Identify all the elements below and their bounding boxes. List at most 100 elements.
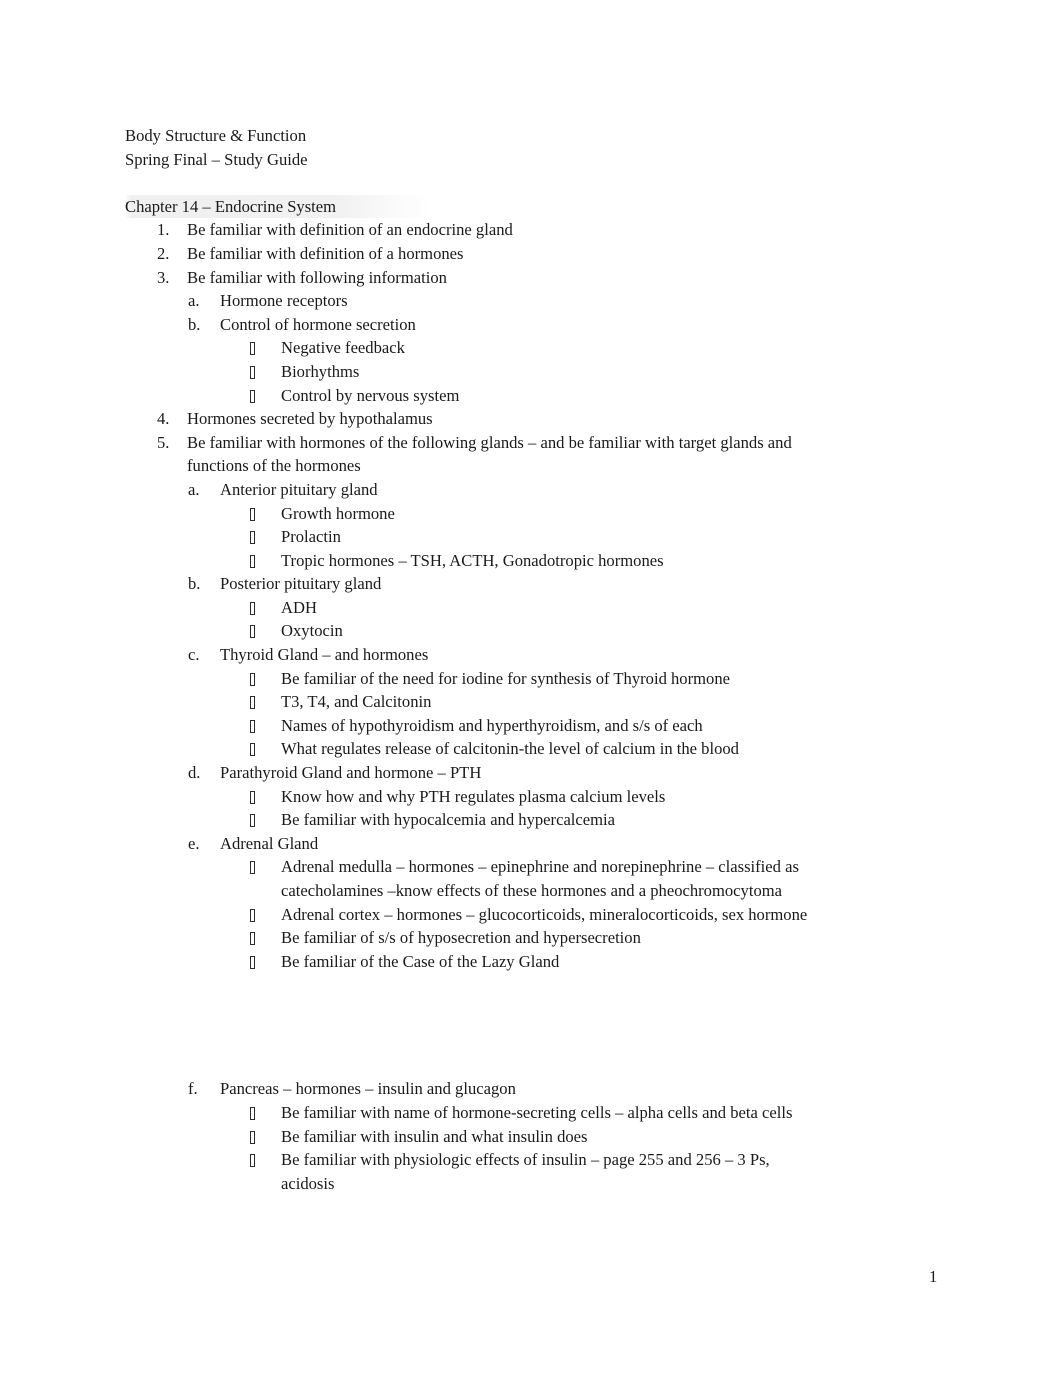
missing-glyph-box-icon xyxy=(250,814,255,828)
list-item-text: Parathyroid Gland and hormone – PTH xyxy=(220,763,482,783)
list-item-text: Control of hormone secretion xyxy=(220,314,416,334)
list-item: d. Parathyroid Gland and hormone – PTH xyxy=(125,761,815,785)
list-marker xyxy=(250,785,281,809)
list-marker xyxy=(250,737,281,761)
list-item: a. Anterior pituitary gland xyxy=(125,478,815,502)
list-item-text: Names of hypothyroidism and hyperthyroid… xyxy=(281,715,703,735)
missing-glyph-box-icon xyxy=(250,389,255,403)
blank-area xyxy=(125,973,815,1077)
list-item-text: Be familiar with hypocalcemia and hyperc… xyxy=(281,810,616,830)
list-item-text: Be familiar of the need for iodine for s… xyxy=(281,668,730,688)
list-item: Names of hypothyroidism and hyperthyroid… xyxy=(125,714,815,738)
list-item-text: Adrenal cortex – hormones – glucocortico… xyxy=(281,904,808,924)
missing-glyph-box-icon xyxy=(250,1106,255,1120)
list-item: b. Posterior pituitary gland xyxy=(125,572,815,596)
missing-glyph-box-icon xyxy=(250,1130,255,1144)
list-item-text: Be familiar of the Case of the Lazy Glan… xyxy=(281,951,560,971)
list-marker: a. xyxy=(188,291,200,311)
document-body: Body Structure & Function Spring Final –… xyxy=(125,124,815,1195)
missing-glyph-box-icon xyxy=(250,554,255,568)
list-item: Oxytocin xyxy=(125,619,815,643)
list-item-text: Pancreas – hormones – insulin and glucag… xyxy=(220,1079,516,1099)
list-item-text: Prolactin xyxy=(281,527,341,547)
list-item: Be familiar with physiologic effects of … xyxy=(125,1148,815,1195)
missing-glyph-box-icon xyxy=(250,743,255,757)
missing-glyph-box-icon xyxy=(250,365,255,379)
list-marker: b. xyxy=(188,314,201,334)
list-item: c. Thyroid Gland – and hormones xyxy=(125,643,815,667)
list-item: Tropic hormones – TSH, ACTH, Gonadotropi… xyxy=(125,549,815,573)
list-item-text: Oxytocin xyxy=(281,621,343,641)
list-item-text: Be familiar of s/s of hyposecretion and … xyxy=(281,928,641,948)
list-marker: d. xyxy=(188,763,201,783)
list-item: ADH xyxy=(125,596,815,620)
list-item-text: Thyroid Gland – and hormones xyxy=(220,645,429,665)
list-item-text: Growth hormone xyxy=(281,503,395,523)
list-item: Growth hormone xyxy=(125,502,815,526)
list-item-text: Negative feedback xyxy=(281,338,405,358)
missing-glyph-box-icon xyxy=(250,531,255,545)
list-marker: c. xyxy=(188,645,200,665)
list-item: 4. Hormones secreted by hypothalamus xyxy=(125,407,815,431)
list-item: 5. Be familiar with hormones of the foll… xyxy=(125,431,815,478)
list-item: a. Hormone receptors xyxy=(125,289,815,313)
list-item: Prolactin xyxy=(125,525,815,549)
list-marker: f. xyxy=(188,1079,198,1099)
list-item-text: Be familiar with following information xyxy=(187,267,447,287)
list-marker xyxy=(250,1148,281,1172)
list-marker xyxy=(250,808,281,832)
list-marker xyxy=(250,714,281,738)
list-item-text: Adrenal medulla – hormones – epinephrine… xyxy=(281,857,804,900)
list-item: e. Adrenal Gland xyxy=(125,832,815,856)
list-item-text: Be familiar with name of hormone-secreti… xyxy=(281,1102,793,1122)
list-item: Be familiar of the need for iodine for s… xyxy=(125,667,815,691)
missing-glyph-box-icon xyxy=(250,507,255,521)
list-marker xyxy=(250,926,281,950)
list-item-text: Hormone receptors xyxy=(220,291,348,311)
list-item-text: Anterior pituitary gland xyxy=(220,479,378,499)
list-item: 1. Be familiar with definition of an end… xyxy=(125,218,815,242)
list-marker xyxy=(250,336,281,360)
list-marker xyxy=(250,1101,281,1125)
missing-glyph-box-icon xyxy=(250,342,255,356)
list-marker xyxy=(250,384,281,408)
list-item-text: Be familiar with hormones of the followi… xyxy=(187,432,796,476)
page-number: 1 xyxy=(929,1267,938,1286)
list-marker: 2. xyxy=(157,243,170,263)
document-subtitle: Spring Final – Study Guide xyxy=(125,149,308,169)
missing-glyph-box-icon xyxy=(250,932,255,946)
list-marker: a. xyxy=(188,479,200,499)
list-marker xyxy=(250,502,281,526)
list-item: T3, T4, and Calcitonin xyxy=(125,690,815,714)
list-item-text: Biorhythms xyxy=(281,361,360,381)
list-item: Adrenal cortex – hormones – glucocortico… xyxy=(125,903,815,927)
list-item-text: Be familiar with physiologic effects of … xyxy=(281,1150,774,1193)
list-marker xyxy=(250,903,281,927)
list-item: Be familiar with name of hormone-secreti… xyxy=(125,1101,815,1125)
missing-glyph-box-icon xyxy=(250,861,255,875)
list-marker: 5. xyxy=(157,432,170,452)
list-item-text: Posterior pituitary gland xyxy=(220,574,382,594)
list-marker xyxy=(250,690,281,714)
missing-glyph-box-icon xyxy=(250,601,255,615)
list-marker xyxy=(250,667,281,691)
list-marker: 3. xyxy=(157,267,170,287)
list-item: Be familiar with insulin and what insuli… xyxy=(125,1125,815,1149)
list-item: Know how and why PTH regulates plasma ca… xyxy=(125,785,815,809)
list-marker xyxy=(250,525,281,549)
list-item: Adrenal medulla – hormones – epinephrine… xyxy=(125,855,815,902)
list-item-text: Be familiar with definition of an endocr… xyxy=(187,220,513,240)
missing-glyph-box-icon xyxy=(250,625,255,639)
list-marker: 4. xyxy=(157,409,170,429)
list-item: Be familiar of s/s of hyposecretion and … xyxy=(125,926,815,950)
course-title: Body Structure & Function xyxy=(125,126,307,145)
list-marker: 1. xyxy=(157,220,170,240)
list-item-text: Adrenal Gland xyxy=(220,833,319,853)
list-item: What regulates release of calcitonin-the… xyxy=(125,737,815,761)
list-marker xyxy=(250,1125,281,1149)
list-marker: b. xyxy=(188,574,201,594)
list-item: Biorhythms xyxy=(125,360,815,384)
list-item-text: Tropic hormones – TSH, ACTH, Gonadotropi… xyxy=(281,550,664,570)
missing-glyph-box-icon xyxy=(250,1154,255,1168)
list-item: Be familiar with hypocalcemia and hyperc… xyxy=(125,808,815,832)
